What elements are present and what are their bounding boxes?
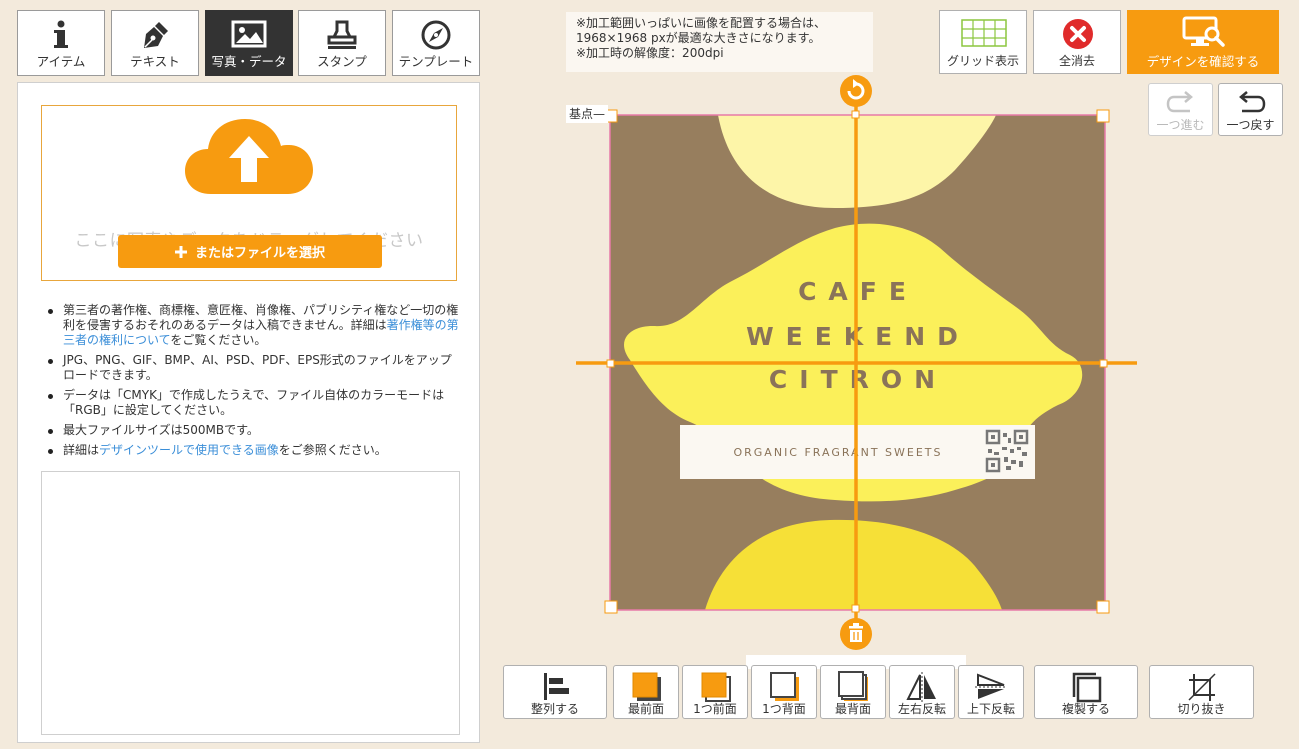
tab-label: テキスト (130, 54, 180, 69)
tab-stamp[interactable]: スタンプ (298, 10, 386, 76)
design-title-line1: CAFE (798, 277, 918, 306)
image-icon (206, 19, 292, 51)
resize-handle[interactable] (1099, 359, 1108, 368)
confirm-design-button[interactable]: デザインを確認する (1127, 10, 1279, 74)
design-title-line2: WEEKEND (746, 322, 970, 351)
usable-images-link[interactable]: デザインツールで使用できる画像 (99, 443, 279, 457)
redo-button[interactable]: 一つ進む (1148, 83, 1213, 136)
grid-toggle-button[interactable]: グリッド表示 (939, 10, 1027, 74)
duplicate-icon (1072, 672, 1102, 703)
trash-icon[interactable] (840, 618, 872, 650)
close-circle-icon (1063, 19, 1093, 49)
notice-line: ※加工時の解像度：200dpi (576, 46, 724, 60)
clear-all-label: 全消去 (1058, 54, 1095, 68)
grid-icon (961, 19, 1007, 47)
flip-horizontal-button[interactable]: 左右反転 (889, 665, 955, 719)
flip-vertical-icon (975, 673, 1007, 699)
list-item: データは「CMYK」で作成したうえで、ファイル自体のカラーモードは「RGB」に設… (46, 388, 461, 418)
compass-icon (393, 19, 479, 51)
resize-handle[interactable] (1096, 600, 1110, 614)
processing-notice: ※加工範囲いっぱいに画像を配置する場合は、 1968×1968 pxが最適な大き… (566, 12, 873, 72)
resize-handle[interactable] (851, 604, 860, 613)
rotate-handle-icon[interactable] (840, 75, 872, 107)
redo-label: 一つ進む (1156, 118, 1205, 132)
tab-label: スタンプ (317, 54, 367, 69)
resize-handle[interactable] (851, 110, 860, 119)
bring-forward-button[interactable]: 1つ前面 (682, 665, 748, 719)
crop-icon (1187, 673, 1216, 701)
base-point-text: 基点 (569, 107, 594, 121)
qr-code-icon (985, 429, 1029, 473)
uploaded-images-area (41, 471, 460, 735)
clear-all-button[interactable]: 全消去 (1033, 10, 1121, 74)
note-text: JPG、PNG、GIF、BMP、AI、PSD、PDF、EPS形式のファイルをアッ… (63, 353, 452, 382)
undo-label: 一つ戻す (1226, 118, 1275, 132)
bring-front-icon (632, 672, 661, 701)
tab-label: アイテム (36, 54, 86, 69)
pen-nib-icon (112, 19, 198, 51)
note-text: をご覧ください。 (170, 333, 267, 347)
flip-horizontal-icon (906, 672, 936, 702)
send-back-icon (838, 671, 868, 701)
grid-label: グリッド表示 (946, 54, 1019, 68)
note-text: をご参照ください。 (278, 443, 387, 457)
resize-handle[interactable] (604, 600, 618, 614)
duplicate-button[interactable]: 複製する (1034, 665, 1138, 719)
send-to-back-button[interactable]: 最背面 (820, 665, 886, 719)
upload-dropzone[interactable]: ここに写真やデータをドラッグしてください またはファイルを選択 (41, 105, 457, 281)
notice-line: 1968×1968 pxが最適な大きさになります。 (576, 31, 821, 45)
design-tagline: ORGANIC FRAGRANT SWEETS (733, 446, 942, 459)
notice-line: ※加工範囲いっぱいに画像を配置する場合は、 (576, 16, 827, 30)
photo-data-panel: ここに写真やデータをドラッグしてください またはファイルを選択 第三者の著作権、… (17, 82, 480, 743)
info-icon (18, 19, 104, 51)
tab-label: テンプレート (398, 54, 474, 69)
plus-icon (174, 245, 187, 258)
monitor-search-icon (1182, 16, 1225, 47)
stamp-icon (299, 19, 385, 51)
base-point-label: 基点— (566, 105, 609, 123)
send-backward-button[interactable]: 1つ背面 (751, 665, 817, 719)
undo-button[interactable]: 一つ戻す (1218, 83, 1283, 136)
design-canvas[interactable]: CAFE WEEKEND CITRON ORGANIC FRAGRANT SWE… (570, 70, 1150, 660)
design-title-line3: CITRON (769, 365, 947, 394)
list-item: 第三者の著作権、商標権、意匠権、肖像権、パブリシティ権など一切の権利を侵害するお… (46, 303, 461, 348)
upload-notes: 第三者の著作権、商標権、意匠権、肖像権、パブリシティ権など一切の権利を侵害するお… (46, 303, 461, 463)
cloud-upload-icon (185, 119, 313, 194)
crop-button[interactable]: 切り抜き (1149, 665, 1254, 719)
tab-label: 写真・データ (211, 54, 287, 69)
redo-icon (1166, 91, 1193, 113)
note-text: 詳細は (63, 443, 100, 457)
tab-template[interactable]: テンプレート (392, 10, 480, 76)
note-text: 最大ファイルサイズは500MBです。 (63, 423, 259, 437)
bring-to-front-button[interactable]: 最前面 (613, 665, 679, 719)
align-button[interactable]: 整列する (503, 665, 607, 719)
align-label: 整列する (530, 702, 579, 716)
tab-text[interactable]: テキスト (111, 10, 199, 76)
flip-vertical-button[interactable]: 上下反転 (958, 665, 1024, 719)
list-item: 最大ファイルサイズは500MBです。 (46, 423, 461, 438)
send-backward-icon (770, 672, 799, 701)
confirm-label: デザインを確認する (1146, 54, 1260, 69)
list-item: 詳細はデザインツールで使用できる画像をご参照ください。 (46, 443, 461, 458)
resize-handle[interactable] (606, 359, 615, 368)
select-file-button[interactable]: またはファイルを選択 (118, 235, 382, 268)
note-text: データは「CMYK」で作成したうえで、ファイル自体のカラーモードは「RGB」に設… (63, 388, 445, 417)
align-left-icon (544, 673, 569, 700)
resize-handle[interactable] (1096, 109, 1110, 123)
list-item: JPG、PNG、GIF、BMP、AI、PSD、PDF、EPS形式のファイルをアッ… (46, 353, 461, 383)
select-file-label: またはファイルを選択 (194, 246, 325, 261)
tab-item[interactable]: アイテム (17, 10, 105, 76)
undo-icon (1239, 91, 1266, 113)
tab-photo-data[interactable]: 写真・データ (205, 10, 293, 76)
bring-forward-icon (701, 672, 731, 702)
